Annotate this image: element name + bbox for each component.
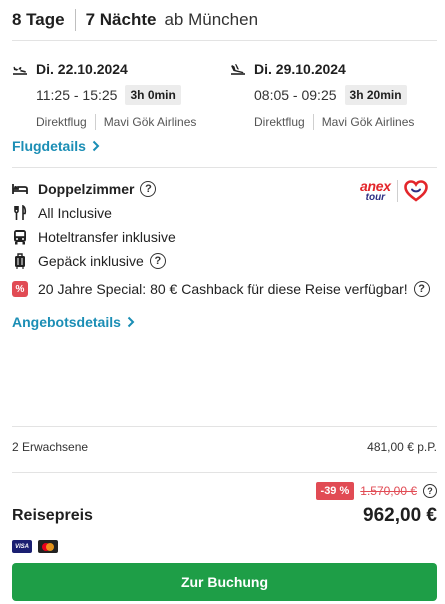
special-offer-label: 20 Jahre Special: 80 € Cashback für dies… — [38, 281, 408, 297]
trip-nights: 7 Nächte — [85, 10, 157, 29]
bus-icon — [12, 229, 28, 245]
offer-details-label: Angebotsdetails — [12, 314, 121, 330]
book-button[interactable]: Zur Buchung — [12, 563, 437, 601]
trip-days: 8 Tage — [12, 10, 65, 29]
return-flight-type: Direktflug — [254, 115, 305, 129]
transfer-info: Hoteltransfer inklusive — [12, 226, 176, 248]
heart-icon — [403, 180, 428, 202]
meta-divider — [94, 114, 96, 130]
discount-badge: -39 % — [315, 482, 355, 500]
price-per-person: 481,00 € p.P. — [367, 440, 437, 454]
plane-takeoff-icon — [13, 66, 27, 75]
outbound-duration: 3h 0min — [125, 85, 181, 105]
bed-icon — [12, 181, 28, 197]
room-type-label: Doppelzimmer — [38, 181, 135, 197]
cutlery-icon — [12, 205, 28, 221]
return-flight: Di. 29.10.2024 08:05 - 09:25 3h 20min Di… — [230, 58, 435, 130]
board-label: All Inclusive — [38, 205, 112, 221]
outbound-date: Di. 22.10.2024 — [36, 61, 128, 77]
outbound-flight-type: Direktflug — [36, 115, 87, 129]
old-price: 1.570,00 € — [360, 484, 417, 498]
meta-divider — [312, 114, 314, 130]
divider — [12, 426, 437, 427]
payment-methods: VISA — [12, 540, 64, 553]
luggage-help-icon[interactable]: ? — [149, 253, 166, 269]
visa-icon: VISA — [12, 540, 32, 553]
room-type: Doppelzimmer ? — [12, 178, 157, 200]
divider — [12, 167, 437, 168]
discount-row: -39 % 1.570,00 € ? — [315, 482, 437, 500]
trip-summary-header: 8 Tage 7 Nächte ab München — [12, 8, 258, 32]
transfer-label: Hoteltransfer inklusive — [38, 229, 176, 245]
return-duration: 3h 20min — [344, 85, 407, 105]
outbound-times: 11:25 - 15:25 — [36, 87, 118, 103]
luggage-label: Gepäck inklusive — [38, 253, 144, 269]
offer-details-link[interactable]: Angebotsdetails — [12, 314, 135, 330]
special-help-icon[interactable]: ? — [413, 281, 430, 297]
flight-details-link[interactable]: Flugdetails — [12, 138, 100, 154]
operator-name-top: anex — [360, 178, 391, 194]
total-price: 962,00 € — [363, 505, 437, 526]
suitcase-icon — [12, 253, 28, 269]
outbound-airline: Mavi Gök Airlines — [103, 115, 197, 129]
tour-operator-logo: anex tour — [360, 178, 428, 204]
traveller-price-row: 2 Erwachsene 481,00 € p.P. — [12, 440, 437, 454]
board-type: All Inclusive — [12, 202, 112, 224]
luggage-info: Gepäck inklusive ? — [12, 250, 166, 272]
outbound-flight: Di. 22.10.2024 11:25 - 15:25 3h 0min Dir… — [12, 58, 217, 130]
mastercard-icon — [38, 540, 58, 553]
return-times: 08:05 - 09:25 — [254, 87, 337, 103]
logo-divider — [396, 180, 398, 203]
return-date: Di. 29.10.2024 — [254, 61, 346, 77]
flight-details-label: Flugdetails — [12, 138, 86, 154]
divider — [12, 472, 437, 473]
chevron-right-icon — [127, 316, 135, 328]
price-help-icon[interactable]: ? — [423, 484, 437, 498]
room-help-icon[interactable]: ? — [140, 181, 157, 197]
header-divider — [74, 9, 76, 31]
plane-landing-icon — [231, 64, 245, 75]
percent-badge-icon: % — [12, 281, 28, 297]
operator-name-bottom: tour — [365, 192, 386, 204]
chevron-right-icon — [92, 140, 100, 152]
divider — [12, 40, 437, 41]
total-price-label: Reisepreis — [12, 507, 93, 524]
departure-airport: ab München — [164, 10, 259, 29]
traveller-count: 2 Erwachsene — [12, 440, 89, 454]
return-airline: Mavi Gök Airlines — [321, 115, 415, 129]
special-offer: % 20 Jahre Special: 80 € Cashback für di… — [12, 278, 430, 300]
